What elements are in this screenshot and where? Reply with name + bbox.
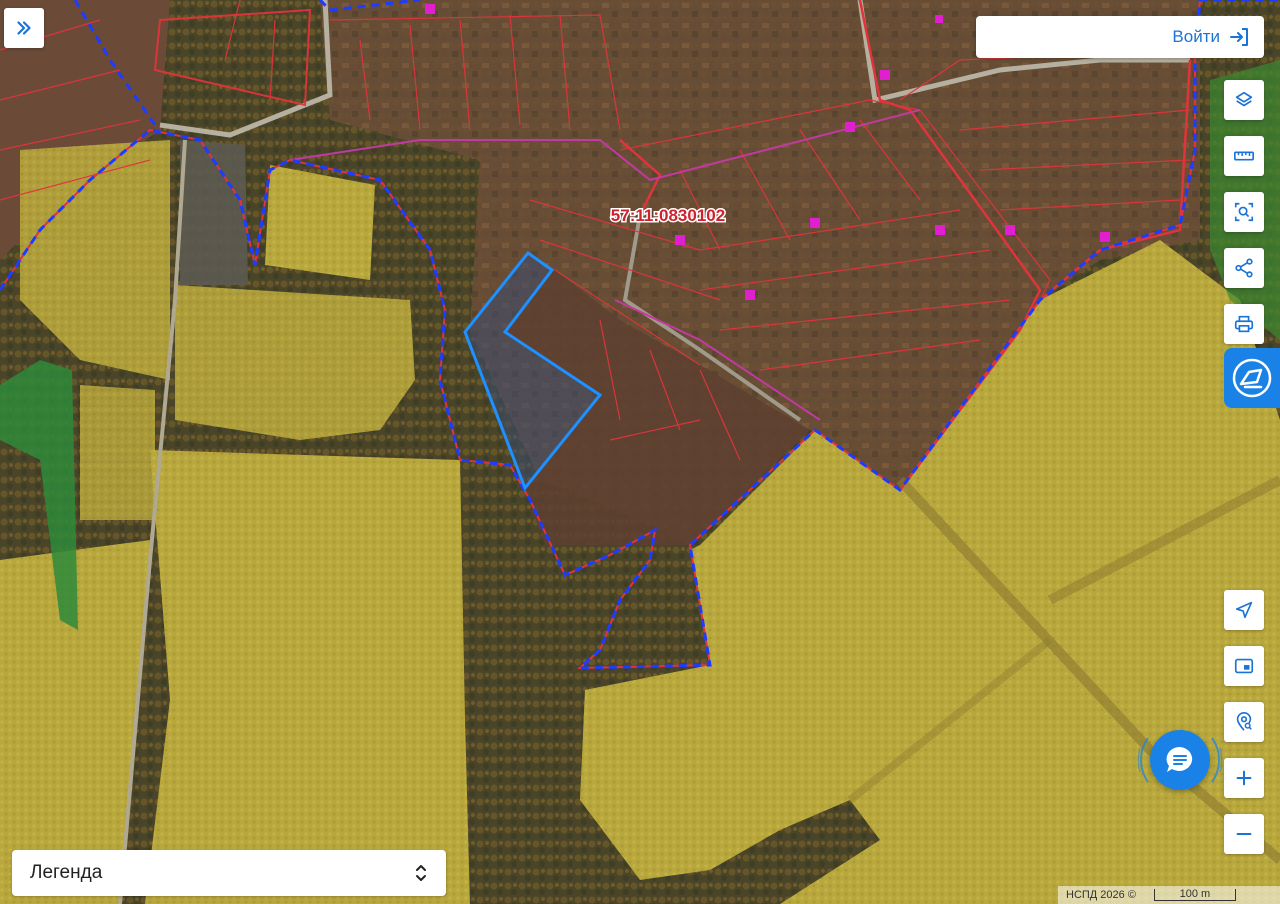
field-south-west bbox=[145, 450, 470, 904]
minimap-icon bbox=[1234, 658, 1254, 674]
login-button[interactable]: Войти bbox=[976, 16, 1264, 58]
scale-bar: 100 m bbox=[1153, 889, 1236, 901]
map-attribution: НСПД 2026 © 100 m bbox=[1058, 886, 1280, 904]
login-icon bbox=[1230, 28, 1248, 46]
area-search-button[interactable] bbox=[1224, 192, 1264, 232]
login-label: Войти bbox=[1172, 27, 1220, 46]
expand-collapse-icon bbox=[416, 865, 426, 881]
print-button[interactable] bbox=[1224, 304, 1264, 344]
locate-button[interactable] bbox=[1224, 590, 1264, 630]
share-icon bbox=[1235, 258, 1253, 278]
chat-widget bbox=[1136, 718, 1224, 802]
legend-dropdown[interactable]: Легенда bbox=[12, 850, 446, 896]
minimap-button[interactable] bbox=[1224, 646, 1264, 686]
layers-button[interactable] bbox=[1224, 80, 1264, 120]
measure-button[interactable] bbox=[1224, 136, 1264, 176]
geo-search-icon bbox=[1236, 712, 1252, 731]
navigation-icon bbox=[1235, 601, 1253, 619]
plus-icon bbox=[1236, 770, 1252, 786]
chat-icon bbox=[1166, 746, 1193, 772]
print-icon bbox=[1234, 315, 1254, 333]
attribution-text: НСПД 2026 © bbox=[1066, 889, 1136, 901]
zoom-out-button[interactable] bbox=[1224, 814, 1264, 854]
minus-icon bbox=[1236, 832, 1252, 836]
field-small bbox=[265, 165, 375, 280]
parcel-label: 57:11:0830102 bbox=[611, 206, 725, 225]
cadastre-map-icon bbox=[1232, 358, 1272, 398]
expand-sidebar-button[interactable] bbox=[4, 8, 44, 48]
geo-search-button[interactable] bbox=[1224, 702, 1264, 742]
share-button[interactable] bbox=[1224, 248, 1264, 288]
chat-button[interactable] bbox=[1150, 730, 1210, 790]
select-area-icon bbox=[1234, 202, 1254, 222]
legend-label: Легенда bbox=[30, 862, 103, 883]
map-canvas[interactable]: 57:11:0830102 bbox=[0, 0, 1280, 904]
cadastre-map-button[interactable] bbox=[1224, 348, 1280, 408]
field-west-2 bbox=[80, 385, 155, 520]
ruler-icon bbox=[1234, 151, 1254, 161]
double-chevron-right-icon bbox=[17, 21, 31, 35]
zoom-in-button[interactable] bbox=[1224, 758, 1264, 798]
layers-icon bbox=[1235, 91, 1253, 107]
field-center-west bbox=[175, 285, 415, 440]
